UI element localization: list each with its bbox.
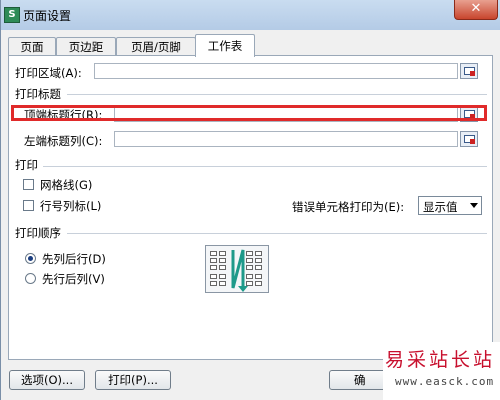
left-columns-input[interactable]	[114, 131, 458, 147]
watermark-url: www.easck.com	[395, 375, 495, 388]
tab-header-footer[interactable]: 页眉/页脚	[116, 37, 196, 56]
print-divider	[43, 166, 487, 167]
print-titles-divider	[67, 94, 487, 95]
chevron-down-icon	[470, 203, 478, 208]
close-button[interactable]: ✕	[454, 0, 498, 20]
gridlines-label[interactable]: 网格线(G)	[40, 177, 92, 193]
tab-margins[interactable]: 页边距	[56, 37, 116, 56]
row-col-headers-label[interactable]: 行号列标(L)	[40, 198, 101, 214]
window-title: 页面设置	[23, 9, 72, 23]
options-button[interactable]: 选项(O)...	[9, 370, 85, 390]
down-then-over-radio[interactable]	[25, 253, 36, 264]
page-setup-dialog: S 页面设置 ✕ 页面 页边距 页眉/页脚 工作表 打印区域(A): 打印标题 …	[0, 0, 500, 400]
print-titles-group-label: 打印标题	[15, 87, 61, 101]
cell-errors-label: 错误单元格打印为(E):	[292, 200, 405, 214]
over-then-down-label[interactable]: 先行后列(V)	[42, 271, 105, 287]
print-button[interactable]: 打印(P)...	[95, 370, 171, 390]
title-bar[interactable]: S 页面设置 ✕	[1, 0, 500, 30]
cell-errors-value: 显示值	[423, 200, 458, 214]
print-group-label: 打印	[15, 158, 38, 172]
wps-spreadsheet-icon: S	[4, 7, 20, 23]
print-area-select-range-icon[interactable]	[460, 63, 478, 79]
row-col-headers-checkbox[interactable]	[23, 200, 34, 211]
page-order-preview	[205, 245, 269, 293]
print-area-input[interactable]	[94, 63, 458, 79]
left-columns-select-range-icon[interactable]	[460, 131, 478, 147]
watermark-title: 易采站长站	[385, 349, 496, 371]
page-order-group-label: 打印顺序	[15, 226, 61, 240]
cell-errors-select[interactable]: 显示值	[418, 196, 482, 215]
down-then-over-label[interactable]: 先列后行(D)	[42, 251, 106, 267]
red-highlight-box	[11, 105, 487, 121]
tab-page[interactable]: 页面	[8, 37, 56, 56]
page-order-divider	[67, 233, 487, 234]
tab-sheet[interactable]: 工作表	[195, 34, 255, 57]
print-area-label: 打印区域(A):	[15, 66, 82, 80]
gridlines-checkbox[interactable]	[23, 179, 34, 190]
site-watermark: 易采站长站 www.easck.com	[383, 342, 500, 400]
left-columns-label: 左端标题列(C):	[24, 134, 103, 148]
over-then-down-radio[interactable]	[25, 273, 36, 284]
page-order-arrow-icon	[231, 249, 248, 292]
